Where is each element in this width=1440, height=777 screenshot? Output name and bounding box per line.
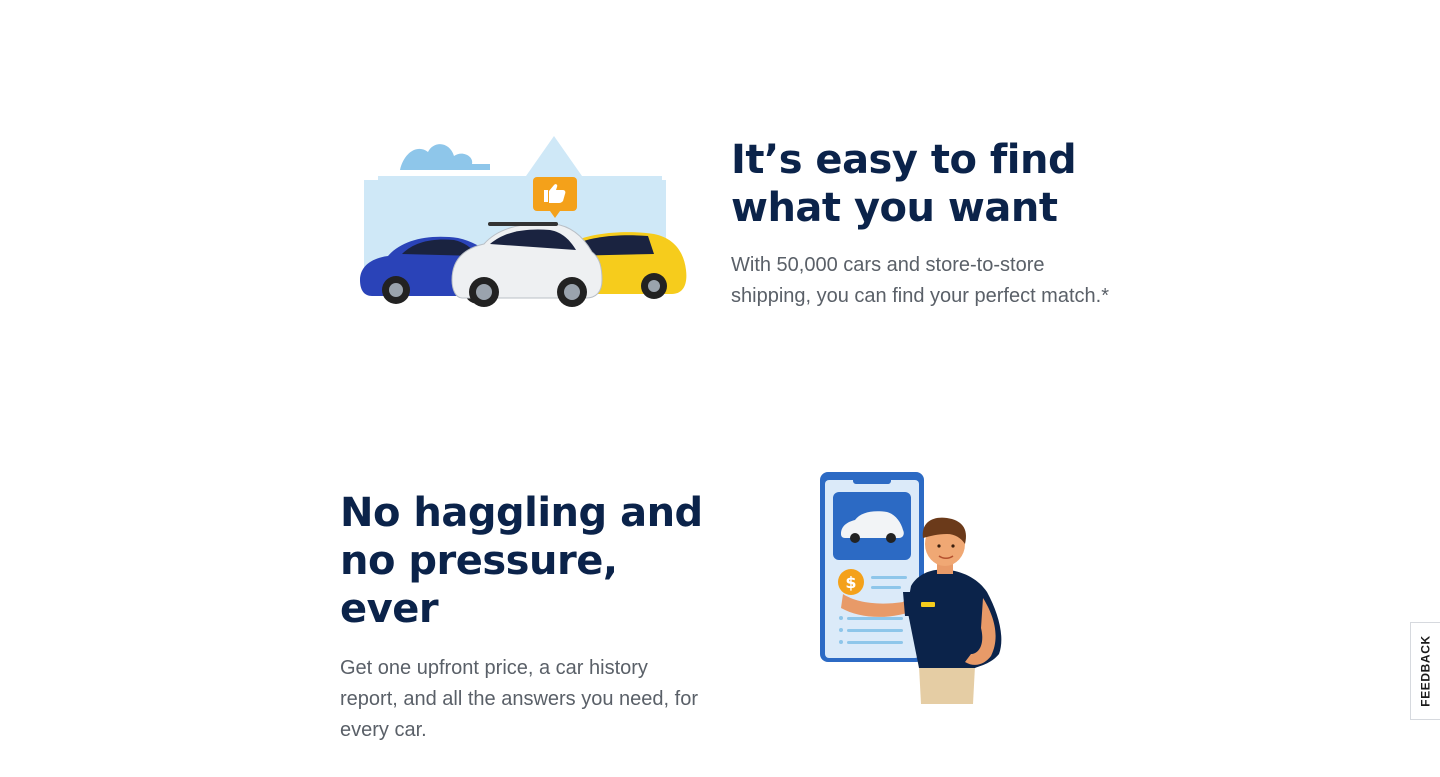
cars-illustration <box>358 130 692 310</box>
cars-dealership-image <box>360 136 687 307</box>
find-heading-line-2: what you want <box>731 185 1058 231</box>
feedback-label: FEEDBACK <box>1418 635 1433 707</box>
find-text-block: It’s easy to find what you want With 50,… <box>731 136 1131 312</box>
find-description: With 50,000 cars and store-to-store ship… <box>731 254 1109 307</box>
haggle-heading-line-2: no pressure, ever <box>340 538 618 632</box>
find-heading: It’s easy to find what you want <box>731 136 1131 232</box>
feedback-tab[interactable]: FEEDBACK <box>1410 622 1440 720</box>
find-heading-line-1: It’s easy to find <box>731 137 1077 183</box>
svg-text:$: $ <box>845 573 856 592</box>
haggle-heading: No haggling and no pressure, ever <box>340 489 720 633</box>
salesperson-phone-illustration: $ <box>815 468 1015 708</box>
page: It’s easy to find what you want With 50,… <box>0 0 1440 777</box>
salesperson-phone-image: $ <box>820 472 1002 704</box>
haggle-description: Get one upfront price, a car history rep… <box>340 657 698 741</box>
haggle-heading-line-1: No haggling and <box>340 490 703 536</box>
haggle-text-block: No haggling and no pressure, ever Get on… <box>340 489 720 746</box>
